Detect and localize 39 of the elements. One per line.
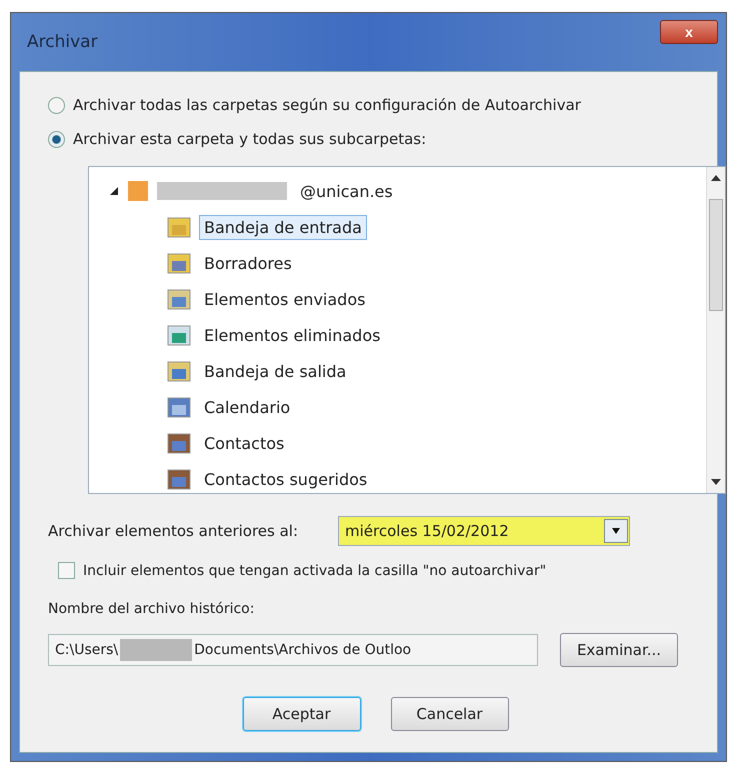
caret-icon <box>612 528 620 534</box>
folder-item[interactable]: Borradores <box>199 250 297 276</box>
option-label: Archivar esta carpeta y todas sus subcarpetas: <box>73 130 426 148</box>
folder-icon <box>167 251 191 275</box>
close-button[interactable]: x <box>660 20 718 44</box>
folder-icon <box>167 323 191 347</box>
folder-icon <box>167 431 191 455</box>
folder-item[interactable]: Elementos eliminados <box>199 322 386 348</box>
window-title: Archivar <box>26 32 98 52</box>
radio-button[interactable] <box>48 130 65 148</box>
folder-icon <box>167 395 191 419</box>
account-label[interactable]: @unican.es <box>295 178 398 204</box>
folder-item[interactable]: Elementos enviados <box>199 286 370 312</box>
folder-item[interactable]: Calendario <box>199 394 296 420</box>
mailbox-icon <box>127 180 149 202</box>
folder-icon <box>167 359 191 383</box>
expand-icon[interactable] <box>109 186 119 196</box>
scrollbar[interactable] <box>706 167 725 493</box>
path-field[interactable]: C:\Users\ Documents\Archivos de Outloo <box>48 634 538 666</box>
date-picker[interactable]: miércoles 15/02/2012 <box>338 516 630 546</box>
checkbox-label: Incluir elementos que tengan activada la casilla "no autoarchivar" <box>83 562 546 578</box>
folder-item[interactable]: Contactos sugeridos <box>199 466 372 492</box>
scroll-up-icon[interactable] <box>711 175 721 181</box>
dialog-button[interactable]: Cancelar <box>390 697 508 731</box>
folder-item[interactable]: Contactos <box>199 430 290 456</box>
dialog-button[interactable]: Aceptar <box>242 697 360 731</box>
browse-button[interactable]: Examinar... <box>560 633 678 667</box>
radio-button[interactable] <box>48 96 65 114</box>
folder-icon <box>167 287 191 311</box>
folder-item[interactable]: Bandeja de salida <box>199 358 352 384</box>
checkbox[interactable] <box>58 562 75 579</box>
file-label: Nombre del archivo histórico: <box>48 601 254 617</box>
folder-item[interactable]: Bandeja de entrada <box>199 214 367 240</box>
folder-icon <box>167 467 191 491</box>
scroll-down-icon[interactable] <box>711 479 721 485</box>
folder-icon <box>167 215 191 239</box>
date-label: Archivar elementos anteriores al: <box>48 522 298 540</box>
option-label: Archivar todas las carpetas según su configuración de Autoarchivar <box>73 96 581 114</box>
dropdown-button[interactable] <box>604 519 628 543</box>
